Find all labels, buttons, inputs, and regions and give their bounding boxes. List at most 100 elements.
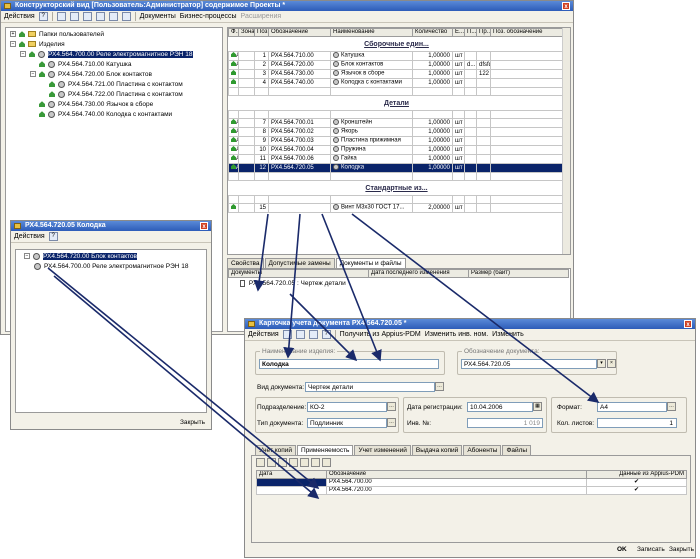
table-row[interactable]: А4 2РХ4.564.720.00 Блок контактов 1,00000шт… (228, 60, 565, 70)
designation-clear[interactable]: × (607, 359, 616, 368)
table-row[interactable]: 3 РХ4.564.730.00 Язычок в сборе 1,00000 шт 12… (228, 69, 565, 79)
table-row[interactable] (228, 110, 565, 119)
table-scrollbar[interactable] (562, 28, 570, 254)
table-row[interactable] (228, 195, 565, 204)
doc-kind-field[interactable]: Подлинник (307, 418, 387, 428)
tab[interactable]: Учет копий (255, 445, 297, 455)
main-title-bar[interactable]: Конструкторский вид [Пользователь:Админи… (1, 1, 573, 11)
tab[interactable]: Учет изменений (354, 445, 411, 455)
get-from-pdm-button[interactable]: Получить из Appius-PDM (340, 331, 421, 338)
spec-table[interactable]: Ф...ЗонаПоз...ОбозначениеНаименованиеКол… (227, 27, 571, 255)
table-row[interactable]: А4 10РХ4.564.700.04 Пружина 1,00000шт (228, 145, 565, 155)
doc-type-field[interactable]: Чертеж детали (305, 382, 435, 392)
designation-dropdown[interactable]: ▾ (597, 359, 606, 368)
table-header[interactable]: Наименование (330, 28, 413, 37)
ok-button[interactable]: OK (617, 546, 627, 553)
card-actions-menu[interactable]: Действия (248, 331, 279, 338)
division-select[interactable]: … (387, 402, 396, 411)
grid-header-date[interactable]: Дата (256, 470, 327, 479)
delete-row-icon[interactable] (289, 458, 298, 467)
product-name-field[interactable]: Колодка (259, 359, 439, 369)
group-row[interactable]: Детали (229, 96, 565, 111)
where-used-panel[interactable]: Дата Обозначение Данные из Appius-PDM РХ… (251, 455, 691, 543)
where-used-grid[interactable]: Дата Обозначение Данные из Appius-PDM РХ… (256, 470, 687, 495)
doc-type-select[interactable]: … (435, 382, 444, 391)
table-row[interactable]: А4 12РХ4.564.720.05 Колодка 1,00000шт (228, 163, 565, 173)
docs-header-date[interactable]: Дата последнего изменения (368, 269, 469, 278)
tab[interactable]: Документы и файлы (335, 258, 406, 268)
tree-item[interactable]: + Папки пользователей (10, 30, 104, 39)
edit-icon[interactable] (82, 12, 92, 21)
tab[interactable]: Применяемость (297, 445, 354, 455)
table-header[interactable]: Е... (452, 28, 465, 37)
table-row[interactable] (228, 87, 565, 96)
table-row[interactable]: А3 8РХ4.564.700.02 Якорь 1,00000шт (228, 127, 565, 137)
change-button[interactable]: Изменить (492, 331, 524, 338)
copy-icon[interactable] (295, 330, 305, 339)
table-header[interactable]: Зона (238, 28, 255, 37)
refresh-icon[interactable] (108, 12, 118, 21)
extensions-menu[interactable]: Расширения (241, 13, 282, 20)
sort-icon[interactable] (322, 458, 331, 467)
tree-item[interactable]: − РХ4.564.720.00 Блок контактов (30, 70, 152, 79)
tree-item[interactable]: РХ4.564.722.00 Пластина с контактом (40, 90, 183, 99)
business-menu[interactable]: Бизнес-процессы (180, 13, 237, 20)
table-header[interactable]: Количество (412, 28, 453, 37)
copy-row-icon[interactable] (267, 458, 276, 467)
check-icon[interactable]: ✔ (586, 478, 687, 487)
where-used-item[interactable]: − РХ4.564.720.00 Блок контактов (24, 252, 137, 261)
tab[interactable]: Абоненты (463, 445, 502, 455)
table-row[interactable]: А4 9РХ4.564.700.03 Пластина прижимная 1,000… (228, 136, 565, 146)
history-icon[interactable] (308, 330, 318, 339)
add-row-icon[interactable] (256, 458, 265, 467)
tree-item[interactable]: РХ4.564.730.00 Язычок в сборе (30, 100, 153, 109)
delete-icon[interactable] (95, 12, 105, 21)
tab[interactable]: Файлы (502, 445, 532, 455)
expand-toggle[interactable]: + (10, 31, 16, 38)
grid-header-designation[interactable]: Обозначение (326, 470, 587, 479)
format-field[interactable]: А4 (597, 402, 667, 412)
tree-item[interactable]: РХ4.564.721.00 Пластина с контактом (40, 80, 183, 89)
doc-kind-select[interactable]: … (387, 418, 396, 427)
expand-toggle[interactable]: − (20, 51, 26, 58)
close-icon[interactable]: x (200, 222, 208, 230)
table-row[interactable]: РХ4.564.700.00 ✔ (256, 478, 687, 487)
new-icon[interactable] (56, 12, 66, 21)
division-field[interactable]: КО-2 (307, 402, 387, 412)
save-button[interactable]: Записать (637, 546, 665, 553)
where-used-actions-menu[interactable]: Действия (14, 233, 45, 240)
move-up-icon[interactable] (300, 458, 309, 467)
where-used-item[interactable]: РХ4.564.700.00 Реле электромагнитное РЭН… (34, 262, 189, 271)
save-icon[interactable] (282, 330, 292, 339)
sheets-field[interactable]: 1 (597, 418, 677, 428)
calendar-icon[interactable]: ▦ (533, 402, 542, 411)
table-row[interactable]: 15 Винт М3х30 ГОСТ 17... 2,00000 шт (228, 203, 565, 213)
expand-toggle[interactable]: − (10, 41, 16, 48)
close-icon[interactable]: x (684, 320, 692, 328)
reg-date-field[interactable]: 10.04.2006 (467, 402, 533, 412)
group-row[interactable]: Стандартные из... (229, 181, 565, 196)
tab[interactable]: Выдача копий (411, 445, 463, 455)
designation-field[interactable]: РХ4.564.720.05 (461, 359, 597, 369)
table-row[interactable]: А4 11РХ4.564.700.06 Гайка 1,00000шт (228, 154, 565, 164)
table-row[interactable]: РХ4.564.720.00 ✔ (256, 486, 687, 495)
tree-item[interactable]: РХ4.564.740.00 Колодка с контактами (30, 110, 172, 119)
tree-item[interactable]: РХ4.564.710.00 Катушка (30, 60, 132, 69)
where-used-title-bar[interactable]: РХ4.564.720.05 Колодка x (11, 221, 211, 231)
help-icon[interactable]: ? (48, 232, 58, 241)
table-row[interactable]: А3 7РХ4.564.700.01 Кронштейн 1,00000шт (228, 118, 565, 128)
table-row[interactable]: А... 1РХ4.564.710.00 Катушка 1,00000шт (228, 51, 565, 61)
expand-toggle[interactable]: − (30, 71, 36, 78)
close-button[interactable]: Закрыть (669, 546, 694, 553)
docs-header-documents[interactable]: Документы (228, 269, 369, 278)
check-icon[interactable]: ✔ (586, 486, 687, 495)
docs-header-size[interactable]: Размер (байт) (468, 269, 569, 278)
help-icon[interactable]: ? (321, 330, 331, 339)
table-row[interactable]: 4 РХ4.564.740.00 Колодка с контактами 1,000… (228, 78, 565, 88)
grid-header-pdm[interactable]: Данные из Appius-PDM (586, 470, 687, 479)
help-icon[interactable]: ? (38, 12, 48, 21)
table-header[interactable]: Поз... (254, 28, 269, 37)
close-icon[interactable]: x (562, 2, 570, 10)
where-used-close-button[interactable]: Закрыть (180, 419, 205, 426)
move-down-icon[interactable] (311, 458, 320, 467)
